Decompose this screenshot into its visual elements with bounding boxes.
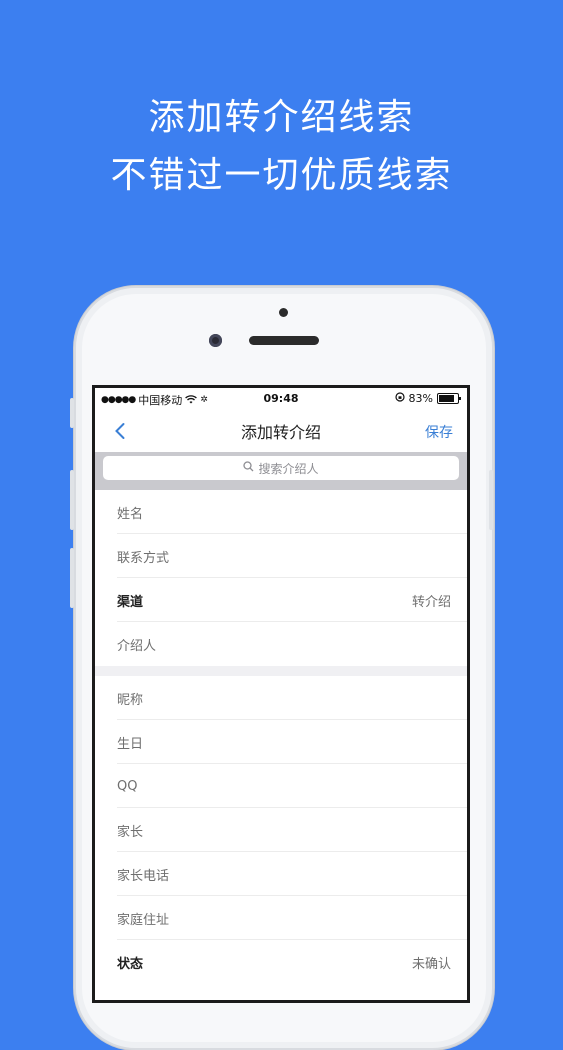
search-placeholder: 搜索介绍人 bbox=[258, 461, 319, 476]
status-bar: ●●●●● 中国移动 ✲ 09:48 83% bbox=[95, 388, 467, 410]
row-label: 昵称 bbox=[117, 692, 144, 708]
form-group-basic: 姓名 联系方式 渠道 转介绍 介绍人 bbox=[95, 490, 467, 666]
volume-up-button bbox=[70, 470, 74, 530]
row-label: 家长电话 bbox=[117, 868, 170, 884]
navigation-bar: 添加转介绍 保存 bbox=[95, 410, 467, 452]
row-contact[interactable]: 联系方式 bbox=[95, 534, 467, 578]
search-icon bbox=[243, 461, 254, 475]
power-button bbox=[489, 470, 493, 530]
battery-percent: 83% bbox=[408, 392, 433, 405]
row-label: 生日 bbox=[117, 736, 144, 752]
section-divider bbox=[95, 666, 467, 676]
row-nickname[interactable]: 昵称 bbox=[95, 676, 467, 720]
mute-switch bbox=[70, 398, 74, 428]
row-parent-phone[interactable]: 家长电话 bbox=[95, 852, 467, 896]
row-label: 联系方式 bbox=[117, 550, 170, 566]
row-qq[interactable]: QQ bbox=[95, 764, 467, 808]
row-label: 姓名 bbox=[117, 506, 144, 522]
row-label: 家长 bbox=[117, 824, 144, 840]
lock-rotation-icon bbox=[394, 392, 405, 405]
row-label: 渠道 bbox=[117, 594, 144, 610]
search-bar: 搜索介绍人 bbox=[95, 452, 467, 490]
row-value: 未确认 bbox=[411, 956, 451, 972]
earpiece-speaker bbox=[249, 336, 319, 345]
volume-down-button bbox=[70, 548, 74, 608]
page-title: 添加转介绍 bbox=[240, 423, 321, 442]
row-channel[interactable]: 渠道 转介绍 bbox=[95, 578, 467, 622]
row-label: QQ bbox=[117, 778, 138, 794]
row-label: 状态 bbox=[117, 956, 144, 972]
row-label: 介绍人 bbox=[117, 638, 157, 654]
front-camera-icon bbox=[209, 334, 222, 347]
battery-icon bbox=[437, 393, 461, 404]
save-button[interactable]: 保存 bbox=[425, 422, 453, 442]
headline-line-2: 不错过一切优质线索 bbox=[110, 155, 453, 196]
row-name[interactable]: 姓名 bbox=[95, 490, 467, 534]
proximity-sensor bbox=[279, 308, 288, 317]
row-parent[interactable]: 家长 bbox=[95, 808, 467, 852]
phone-screen: ●●●●● 中国移动 ✲ 09:48 83% 添加转介绍 保存 搜索介绍人 姓名… bbox=[95, 388, 467, 1000]
back-chevron-icon[interactable] bbox=[111, 421, 131, 441]
search-input[interactable]: 搜索介绍人 bbox=[103, 456, 459, 480]
row-referrer[interactable]: 介绍人 bbox=[95, 622, 467, 666]
row-home-address[interactable]: 家庭住址 bbox=[95, 896, 467, 940]
row-birthday[interactable]: 生日 bbox=[95, 720, 467, 764]
headline-line-1: 添加转介绍线索 bbox=[148, 97, 415, 138]
row-label: 家庭住址 bbox=[117, 912, 170, 928]
form-group-extra: 昵称 生日 QQ 家长 家长电话 家庭住址 状态 未确认 bbox=[95, 676, 467, 984]
row-status[interactable]: 状态 未确认 bbox=[95, 940, 467, 984]
row-value: 转介绍 bbox=[411, 594, 451, 610]
